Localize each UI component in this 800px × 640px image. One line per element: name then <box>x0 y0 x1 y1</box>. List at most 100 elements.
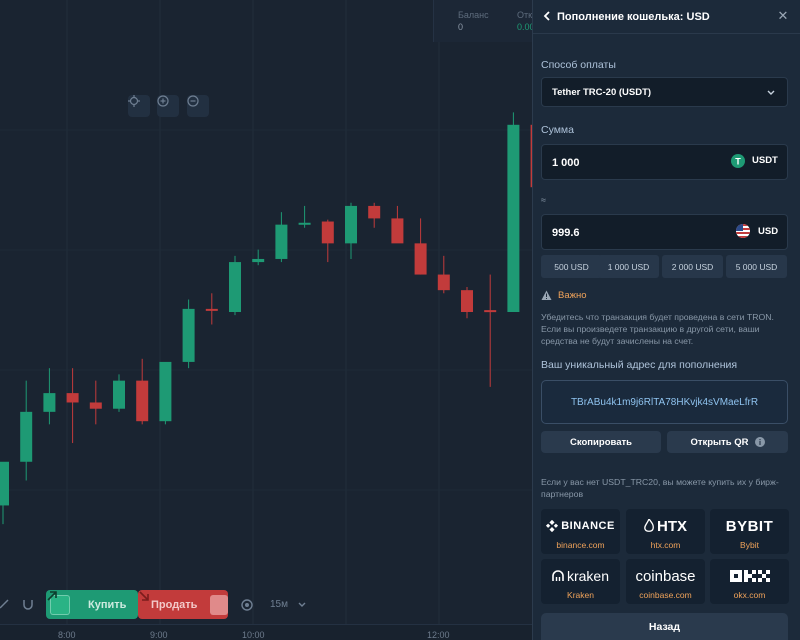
candle <box>182 299 195 369</box>
kraken-logo: kraken <box>541 565 620 587</box>
bybit-logo: BYBIT <box>710 515 789 537</box>
price-chart[interactable]: Баланс 0 Отк 0.00 Купить Продать <box>0 0 532 640</box>
candle-body <box>136 380 149 422</box>
copy-button[interactable]: Скопировать <box>541 431 661 453</box>
candle-body <box>159 361 172 422</box>
candlestick-chart[interactable] <box>0 0 532 624</box>
candle <box>321 219 334 263</box>
buy-button[interactable]: Купить <box>46 590 138 619</box>
time-axis: 8:00 9:00 10:00 12:00 <box>0 624 532 640</box>
candle-body <box>321 221 334 244</box>
candle <box>136 358 149 425</box>
candle <box>113 374 125 412</box>
binance-wordmark: BINANCE <box>561 520 615 532</box>
candle <box>229 255 241 316</box>
close-icon[interactable]: ✕ <box>776 8 790 24</box>
stat-value-2: 0.00 <box>517 22 532 32</box>
interval-select[interactable]: 15м <box>270 599 288 610</box>
amount-value: 1 000 <box>552 157 580 169</box>
candle <box>507 112 520 312</box>
candle-body <box>229 262 241 312</box>
exchange-name: Bybit <box>740 540 759 550</box>
exchange-htx[interactable]: HTX htx.com <box>626 509 705 554</box>
candle <box>461 287 473 319</box>
exchange-kraken[interactable]: kraken Kraken <box>541 559 620 604</box>
candle-body <box>43 393 56 412</box>
candle-body <box>66 393 79 403</box>
candle <box>437 255 450 294</box>
candle-body <box>113 380 125 409</box>
zoom-out-button[interactable] <box>187 95 209 117</box>
candle <box>252 249 265 266</box>
amount-input[interactable]: 1 000 T USDT <box>541 144 788 180</box>
tether-icon: T <box>731 154 745 168</box>
exchange-bybit[interactable]: BYBIT Bybit <box>710 509 789 554</box>
svg-text:T: T <box>735 157 741 167</box>
settings-icon[interactable] <box>240 598 254 612</box>
warning-label: Важно <box>558 290 587 301</box>
binance-logo: BINANCE <box>541 515 620 537</box>
htx-logo: HTX <box>626 515 705 537</box>
chevron-left-icon[interactable] <box>541 9 553 23</box>
sell-button[interactable]: Продать <box>138 590 228 619</box>
deposit-address[interactable]: TBrABu4k1m9j6RlTA78HKvjk4sVMaeLfrR <box>541 380 788 424</box>
time-label: 10:00 <box>242 630 265 640</box>
candle <box>345 202 357 259</box>
candle <box>205 293 218 325</box>
quick-amount-2000[interactable]: 2 000 USD <box>662 255 723 278</box>
okx-logo <box>710 565 789 587</box>
zoom-in-icon <box>157 95 169 107</box>
quick-amount-500[interactable]: 500 USD <box>541 255 602 278</box>
exchange-name: coinbase.com <box>639 590 692 600</box>
approx-label: ≈ <box>541 195 546 205</box>
warning-icon <box>541 290 552 300</box>
exchange-name: Kraken <box>567 590 594 600</box>
trade-bar: Купить Продать 15м <box>0 590 532 620</box>
balance-label: Баланс <box>458 10 489 20</box>
open-qr-button[interactable]: Открыть QR <box>667 431 788 453</box>
sell-label: Продать <box>151 598 198 611</box>
candle <box>275 212 288 263</box>
htx-wordmark: HTX <box>657 517 687 535</box>
candle-body <box>437 274 450 291</box>
time-label: 9:00 <box>150 630 168 640</box>
chevron-down-icon <box>767 90 775 95</box>
amount-label: Сумма <box>541 124 574 136</box>
buy-label: Купить <box>88 598 127 611</box>
candle <box>43 368 56 425</box>
balance-value: 0 <box>458 22 464 32</box>
exchange-okx[interactable]: okx.com <box>710 559 789 604</box>
crosshair-button[interactable] <box>128 95 150 117</box>
payment-method-value: Tether TRC-20 (USDT) <box>552 87 652 98</box>
candle-body <box>182 308 195 362</box>
quick-amount-1000[interactable]: 1 000 USD <box>598 255 659 278</box>
candle-body <box>414 243 427 275</box>
payment-method-select[interactable]: Tether TRC-20 (USDT) <box>541 77 788 107</box>
candle <box>0 461 9 525</box>
arrow-down-right-icon <box>139 591 228 615</box>
candle-body <box>205 308 218 311</box>
zoom-in-button[interactable] <box>157 95 179 117</box>
exchange-binance[interactable]: BINANCE binance.com <box>541 509 620 554</box>
chevron-down-icon <box>298 602 306 607</box>
quick-amount-5000[interactable]: 5 000 USD <box>726 255 787 278</box>
exchanges-text: Если у вас нет USDT_TRC20, вы можете куп… <box>541 477 779 499</box>
us-flag-icon <box>736 224 750 238</box>
candle-body <box>275 224 288 259</box>
candle <box>89 380 102 425</box>
kraken-icon <box>552 570 564 581</box>
qr-label: Открыть QR <box>690 436 749 448</box>
pencil-icon[interactable] <box>0 598 10 610</box>
warning-header: Важно <box>541 290 587 301</box>
coinbase-logo: coinbase <box>626 565 705 587</box>
candle <box>159 361 172 425</box>
candle <box>298 205 311 228</box>
candle-body <box>298 222 311 225</box>
kraken-wordmark: kraken <box>566 568 610 584</box>
back-button[interactable]: Назад <box>541 613 788 640</box>
converted-amount-input[interactable]: 999.6 USD <box>541 214 788 250</box>
exchange-coinbase[interactable]: coinbase coinbase.com <box>626 559 705 604</box>
magnet-icon[interactable] <box>22 598 34 610</box>
payment-method-label: Способ оплаты <box>541 59 616 71</box>
candle-body <box>89 402 102 409</box>
